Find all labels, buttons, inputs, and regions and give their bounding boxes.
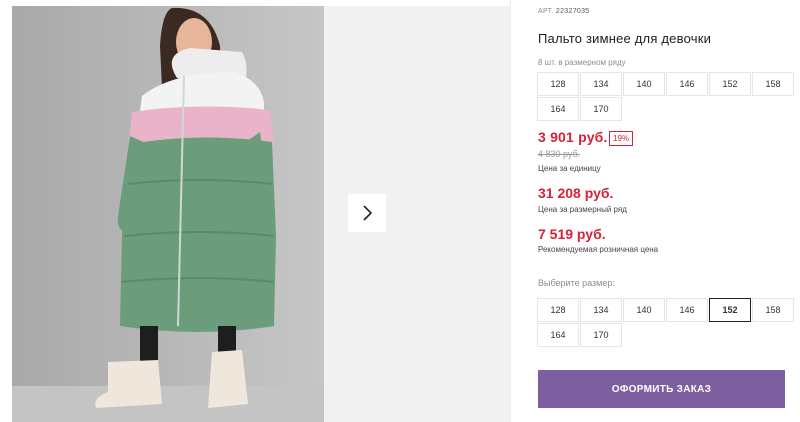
choose-size-label: Выберите размер:: [538, 278, 615, 288]
size-option-164[interactable]: 164: [537, 323, 579, 347]
size-option-128[interactable]: 128: [537, 298, 579, 322]
pack-size-cell: 164: [537, 97, 579, 121]
panel-divider: [510, 0, 511, 422]
size-option-140[interactable]: 140: [623, 298, 665, 322]
retail-price: 7 519 руб.: [538, 226, 606, 242]
pack-price-label: Цена за размерный ряд: [538, 205, 627, 214]
size-option-152-selected[interactable]: 152: [709, 298, 751, 322]
sku-number: 22327035: [555, 8, 590, 15]
product-gallery: [0, 0, 510, 422]
next-image-button[interactable]: [348, 194, 386, 232]
pack-size-grid: 128 134 140 146 152 158 164 170: [537, 72, 794, 121]
sku-label: АРТ.: [538, 8, 554, 15]
unit-price: 3 901 руб.: [538, 129, 608, 145]
girl-in-coat-illustration: [12, 6, 324, 422]
product-photo[interactable]: [12, 6, 324, 422]
pack-size-cell: 152: [709, 72, 751, 96]
pack-size-cell: 146: [666, 72, 708, 96]
pack-size-cell: 158: [752, 72, 794, 96]
old-price: 4 830 руб.: [538, 149, 581, 159]
pack-size-cell: 140: [623, 72, 665, 96]
size-selector: 128 134 140 146 152 158 164 170: [537, 298, 794, 347]
product-title: Пальто зимнее для девочки: [538, 31, 712, 46]
unit-price-label: Цена за единицу: [538, 164, 601, 173]
retail-price-label: Рекомендуемая розничная цена: [538, 245, 659, 254]
size-option-134[interactable]: 134: [580, 298, 622, 322]
chevron-right-icon: [363, 205, 373, 221]
pack-info: 8 шт. в размерном ряду: [538, 58, 626, 67]
pack-size-cell: 170: [580, 97, 622, 121]
pack-price: 31 208 руб.: [538, 185, 614, 201]
size-option-158[interactable]: 158: [752, 298, 794, 322]
discount-badge: 19%: [609, 131, 634, 146]
size-option-146[interactable]: 146: [666, 298, 708, 322]
pack-size-cell: 134: [580, 72, 622, 96]
place-order-button[interactable]: ОФОРМИТЬ ЗАКАЗ: [538, 370, 785, 408]
sku-line: АРТ. 22327035: [538, 8, 589, 15]
size-option-170[interactable]: 170: [580, 323, 622, 347]
pack-size-cell: 128: [537, 72, 579, 96]
